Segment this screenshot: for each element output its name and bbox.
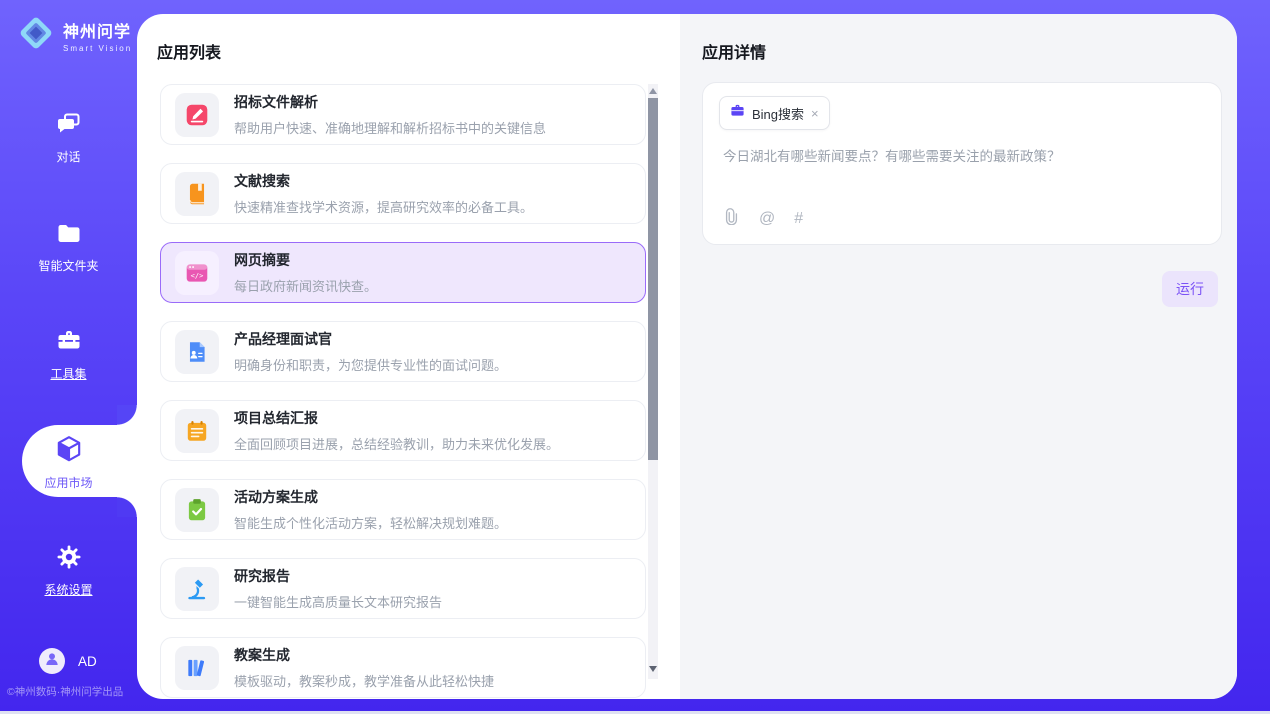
app-card-description: 每日政府新闻资讯快查。 <box>234 276 377 295</box>
folder-icon <box>55 219 83 252</box>
list-panel-title: 应用列表 <box>157 39 221 63</box>
app-card-title: 网页摘要 <box>234 250 377 270</box>
active-tab-fillet-bottom <box>117 497 137 517</box>
toolbox-icon <box>55 327 83 360</box>
app-card-description: 智能生成个性化活动方案，轻松解决规划难题。 <box>234 513 507 532</box>
sidebar-item-label: 系统设置 <box>0 581 137 598</box>
mention-icon[interactable]: @ <box>759 210 775 228</box>
app-card-project-summary[interactable]: 项目总结汇报 全面回顾项目进展，总结经验教训，助力未来优化发展。 <box>160 400 646 461</box>
microscope-icon <box>175 567 219 611</box>
sidebar-item-label: 智能文件夹 <box>0 257 137 274</box>
tool-tag-label: Bing搜索 <box>752 104 804 123</box>
cube-icon <box>54 434 84 469</box>
app-card-title: 教案生成 <box>234 645 494 665</box>
app-card-activity-plan[interactable]: 活动方案生成 智能生成个性化活动方案，轻松解决规划难题。 <box>160 479 646 540</box>
app-card-title: 招标文件解析 <box>234 92 546 112</box>
book-icon <box>175 172 219 216</box>
app-card-title: 项目总结汇报 <box>234 408 559 428</box>
app-card-description: 明确身份和职责，为您提供专业性的面试问题。 <box>234 355 507 374</box>
app-card-description: 快速精准查找学术资源，提高研究效率的必备工具。 <box>234 197 533 216</box>
briefcase-icon <box>730 103 745 123</box>
books-icon <box>175 646 219 690</box>
active-tab-fillet-top <box>117 405 137 425</box>
app-card-description: 一键智能生成高质量长文本研究报告 <box>234 592 442 611</box>
app-card-research-report[interactable]: 研究报告 一键智能生成高质量长文本研究报告 <box>160 558 646 619</box>
person-icon <box>43 650 61 673</box>
notepad-icon <box>175 409 219 453</box>
app-card-description: 模板驱动，教案秒成，教学准备从此轻松快捷 <box>234 671 494 690</box>
sidebar-item-toolset[interactable]: 工具集 <box>0 327 137 382</box>
app-card-bid-document-analysis[interactable]: 招标文件解析 帮助用户快速、准确地理解和解析招标书中的关键信息 <box>160 84 646 145</box>
prompt-textarea[interactable]: 今日湖北有哪些新闻要点？有哪些需要关注的最新政策？ <box>723 145 1201 165</box>
sidebar-item-label: 对话 <box>0 148 137 165</box>
copyright-footer: ©神州数码·神州问学出品 <box>7 684 137 699</box>
app-card-title: 活动方案生成 <box>234 487 507 507</box>
scrollbar-down-arrow[interactable] <box>649 666 657 672</box>
app-card-web-summary[interactable]: </> 网页摘要 每日政府新闻资讯快查。 <box>160 242 646 303</box>
detail-panel-title: 应用详情 <box>702 39 766 63</box>
user-name: AD <box>78 654 97 669</box>
svg-text:</>: </> <box>191 270 204 279</box>
tool-tag-bing-search[interactable]: Bing搜索 × <box>719 96 830 130</box>
gear-icon <box>55 543 83 576</box>
sidebar-item-chat[interactable]: 对话 <box>0 110 137 165</box>
pen-square-icon <box>175 93 219 137</box>
app-card-title: 文献搜索 <box>234 171 533 191</box>
sidebar-item-label: 工具集 <box>0 365 137 382</box>
scrollbar-up-arrow[interactable] <box>649 88 657 94</box>
brand-subtitle: Smart Vision <box>63 44 132 53</box>
attachment-icon[interactable] <box>723 208 740 230</box>
brand-name: 神州问学 <box>63 24 131 41</box>
run-button[interactable]: 运行 <box>1162 271 1218 307</box>
sidebar-item-smart-folder[interactable]: 智能文件夹 <box>0 219 137 274</box>
app-card-description: 全面回顾项目进展，总结经验教训，助力未来优化发展。 <box>234 434 559 453</box>
main-content: 应用详情 Bing搜索 × 今日湖北有哪些新闻要点？有哪些需要关注的最新政策？ <box>137 14 1237 699</box>
scrollbar-thumb[interactable] <box>648 98 658 460</box>
user-account[interactable]: AD <box>0 648 137 678</box>
app-card-literature-search[interactable]: 文献搜索 快速精准查找学术资源，提高研究效率的必备工具。 <box>160 163 646 224</box>
chat-icon <box>55 110 83 143</box>
hash-icon[interactable]: # <box>794 210 803 228</box>
brand-logo: 神州问学 Smart Vision <box>16 13 132 58</box>
app-detail-panel: 应用详情 Bing搜索 × 今日湖北有哪些新闻要点？有哪些需要关注的最新政策？ <box>680 14 1237 699</box>
app-card-lesson-plan[interactable]: 教案生成 模板驱动，教案秒成，教学准备从此轻松快捷 <box>160 637 646 698</box>
app-card-pm-interviewer[interactable]: 产品经理面试官 明确身份和职责，为您提供专业性的面试问题。 <box>160 321 646 382</box>
browser-code-icon: </> <box>175 251 219 295</box>
app-window: 神州问学 Smart Vision 对话 智能文件夹 <box>0 0 1270 714</box>
prompt-card: Bing搜索 × 今日湖北有哪些新闻要点？有哪些需要关注的最新政策？ @ # <box>702 82 1222 245</box>
person-document-icon <box>175 330 219 374</box>
clipboard-check-icon <box>175 488 219 532</box>
app-card-title: 研究报告 <box>234 566 442 586</box>
diamond-logo-icon <box>16 13 56 58</box>
sidebar-item-label: 应用市场 <box>0 474 137 491</box>
app-list: 招标文件解析 帮助用户快速、准确地理解和解析招标书中的关键信息 文献搜索 快速精… <box>160 84 646 698</box>
sidebar-item-app-market[interactable]: 应用市场 <box>0 434 137 491</box>
close-icon[interactable]: × <box>811 107 819 120</box>
app-card-title: 产品经理面试官 <box>234 329 507 349</box>
sidebar-item-system-settings[interactable]: 系统设置 <box>0 543 137 598</box>
app-card-description: 帮助用户快速、准确地理解和解析招标书中的关键信息 <box>234 118 546 137</box>
avatar <box>39 648 65 674</box>
